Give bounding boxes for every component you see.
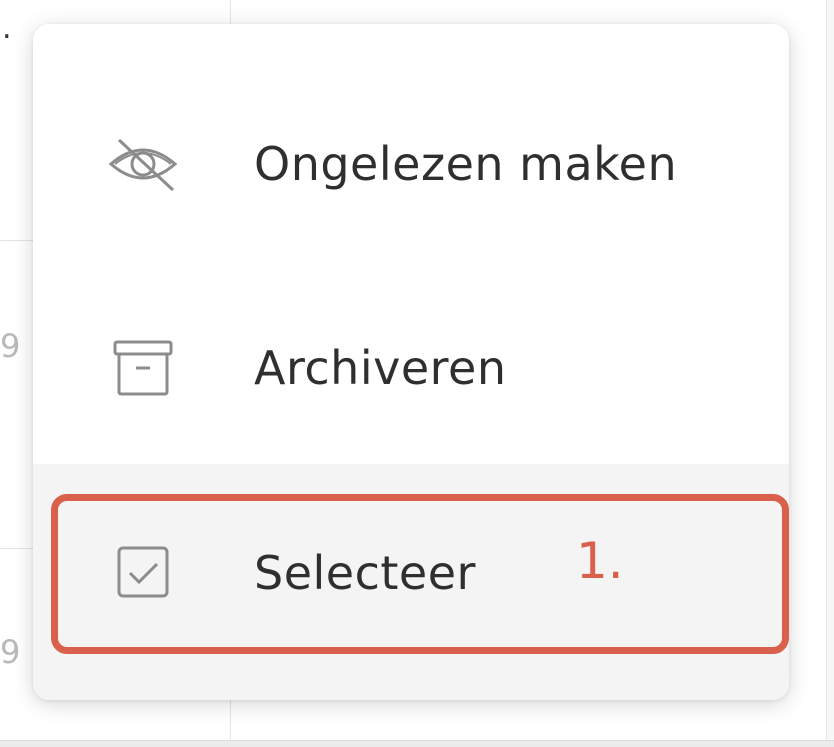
annotation-step-number: 1. bbox=[576, 532, 624, 590]
menu-item-mark-unread[interactable]: Ongelezen maken bbox=[33, 64, 789, 264]
list-fragment: 9 bbox=[0, 633, 21, 671]
annotation-highlight bbox=[51, 494, 789, 654]
menu-item-label: Archiveren bbox=[254, 341, 507, 395]
list-fragment: . bbox=[2, 11, 12, 46]
menu-item-archive[interactable]: Archiveren bbox=[33, 268, 789, 468]
menu-item-label: Ongelezen maken bbox=[254, 137, 678, 191]
archive-box-icon bbox=[105, 330, 181, 406]
window-edge bbox=[826, 0, 834, 746]
eye-off-icon bbox=[105, 126, 181, 202]
list-fragment: 9 bbox=[0, 327, 21, 365]
